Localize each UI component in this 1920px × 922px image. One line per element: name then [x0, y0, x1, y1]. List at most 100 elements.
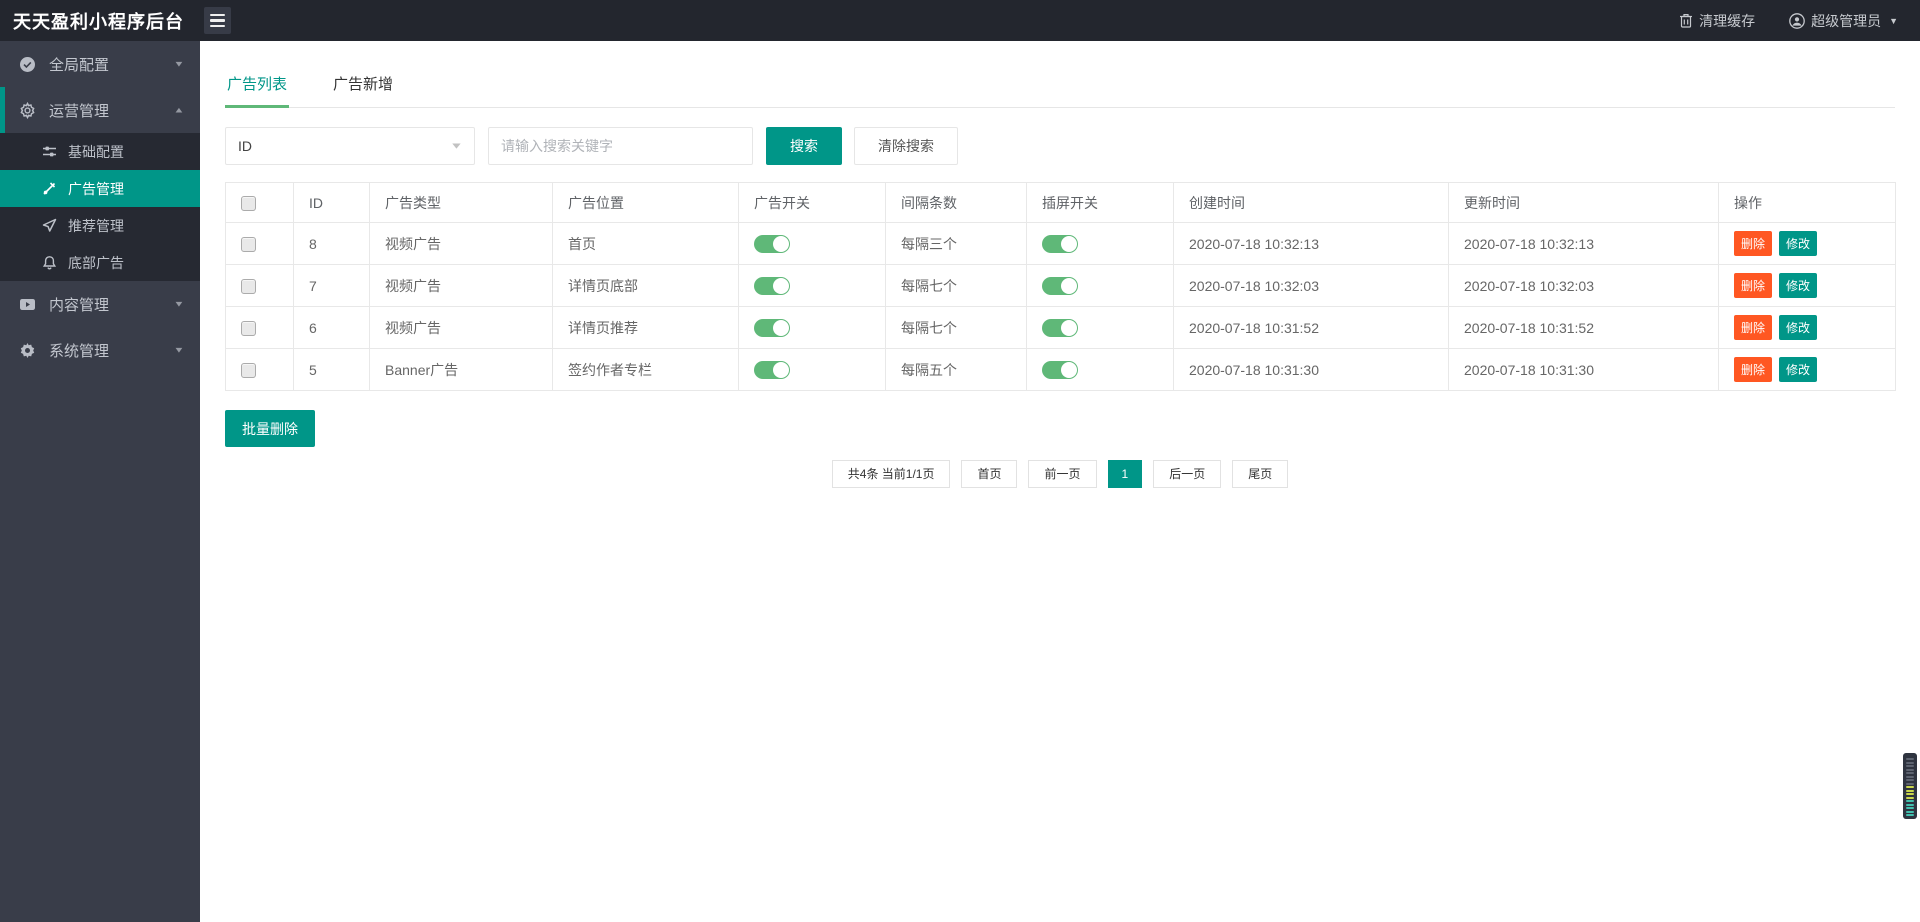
- cell-interval: 每隔七个: [885, 264, 1027, 307]
- row-checkbox[interactable]: [241, 362, 256, 378]
- user-menu[interactable]: 超级管理员 ▼: [1789, 11, 1898, 31]
- clear-cache-label: 清理缓存: [1699, 12, 1756, 29]
- chevron-down-icon: ▼: [173, 299, 185, 309]
- delete-button[interactable]: 删除: [1734, 273, 1773, 298]
- search-keyword-input[interactable]: [488, 127, 753, 165]
- chevron-down-icon: ▼: [173, 345, 185, 355]
- toggle-switch[interactable]: [754, 318, 790, 337]
- delete-button[interactable]: 删除: [1734, 231, 1773, 256]
- select-all-cell: [225, 182, 294, 223]
- table-row: 7 视频广告 详情页底部 每隔七个 2020-07-18 10:32:03 2020-07…: [225, 264, 1896, 307]
- edit-button[interactable]: 修改: [1779, 231, 1818, 256]
- sidebar-item-recommend-management[interactable]: 推荐管理: [0, 207, 200, 244]
- toggle-switch[interactable]: [754, 234, 790, 253]
- header-right: 清理缓存 超级管理员 ▼: [1679, 11, 1920, 31]
- pagination-page-1[interactable]: 1: [1107, 460, 1143, 488]
- search-button[interactable]: 搜索: [766, 127, 842, 165]
- sidebar-item-basic-config[interactable]: 基础配置: [0, 133, 200, 170]
- chevron-down-icon: ▼: [1889, 15, 1898, 26]
- pagination-summary: 共4条 当前1/1页: [831, 460, 951, 488]
- cell-interval: 每隔三个: [885, 222, 1027, 265]
- edit-button[interactable]: 修改: [1779, 357, 1818, 382]
- sidebar-item-bottom-ads[interactable]: 底部广告: [0, 244, 200, 281]
- row-select-cell: [225, 348, 294, 391]
- sidebar-item-global-config[interactable]: 全局配置 ▼: [0, 41, 200, 87]
- toggle-switch[interactable]: [754, 360, 790, 379]
- globe-icon: [19, 56, 36, 73]
- tab-ad-list[interactable]: 广告列表: [225, 60, 290, 108]
- toggle-switch[interactable]: [1042, 234, 1078, 253]
- gear-filled-icon: [19, 342, 36, 359]
- row-checkbox[interactable]: [241, 236, 256, 252]
- cell-updated: 2020-07-18 10:32:13: [1448, 222, 1719, 265]
- cell-updated: 2020-07-18 10:31:30: [1448, 348, 1719, 391]
- cell-operations: 删除 修改: [1718, 222, 1896, 265]
- pagination-next[interactable]: 后一页: [1153, 460, 1222, 488]
- scroll-extension-widget[interactable]: [1903, 753, 1917, 819]
- cell-id: 6: [293, 306, 370, 349]
- clear-cache-button[interactable]: 清理缓存: [1679, 11, 1755, 31]
- row-select-cell: [225, 306, 294, 349]
- sidebar-item-content-management[interactable]: 内容管理 ▼: [0, 281, 200, 327]
- sidebar-item-label: 基础配置: [68, 143, 124, 160]
- tab-ad-create[interactable]: 广告新增: [331, 60, 395, 107]
- cell-screen-switch: [1026, 306, 1174, 349]
- pagination: 共4条 当前1/1页 首页 前一页 1 后一页 尾页: [225, 460, 1895, 488]
- col-header-interval: 间隔条数: [885, 182, 1027, 223]
- send-icon: [42, 218, 57, 233]
- operations-submenu: 基础配置 广告管理 推荐管理 底部广告: [0, 133, 200, 281]
- toggle-switch[interactable]: [1042, 276, 1078, 295]
- pagination-last[interactable]: 尾页: [1232, 460, 1289, 488]
- user-name-label: 超级管理员: [1811, 12, 1882, 29]
- cell-position: 首页: [552, 222, 739, 265]
- row-select-cell: [225, 222, 294, 265]
- row-checkbox[interactable]: [241, 320, 256, 336]
- cell-updated: 2020-07-18 10:32:03: [1448, 264, 1719, 307]
- toggle-switch[interactable]: [1042, 318, 1078, 337]
- search-field-select[interactable]: ID ▼: [225, 127, 475, 165]
- delete-button[interactable]: 删除: [1734, 315, 1773, 340]
- cell-ad-switch: [738, 306, 886, 349]
- delete-button[interactable]: 删除: [1734, 357, 1773, 382]
- sliders-icon: [42, 144, 57, 159]
- promotion-icon: [42, 181, 57, 196]
- toggle-switch[interactable]: [754, 276, 790, 295]
- select-all-checkbox[interactable]: [241, 195, 256, 211]
- cell-ad-switch: [738, 348, 886, 391]
- row-select-cell: [225, 264, 294, 307]
- cell-operations: 删除 修改: [1718, 348, 1896, 391]
- video-icon: [19, 296, 36, 313]
- table-row: 5 Banner广告 签约作者专栏 每隔五个 2020-07-18 10:31:30 20…: [225, 348, 1896, 391]
- hamburger-menu-icon[interactable]: [204, 7, 231, 34]
- tab-bar: 广告列表 广告新增: [225, 60, 1895, 108]
- gear-outline-icon: [19, 101, 36, 119]
- table-row: 8 视频广告 首页 每隔三个 2020-07-18 10:32:13 2020-07-18…: [225, 222, 1896, 265]
- clear-search-button[interactable]: 清除搜索: [854, 127, 958, 165]
- pagination-first[interactable]: 首页: [961, 460, 1018, 488]
- pagination-prev[interactable]: 前一页: [1028, 460, 1097, 488]
- sidebar-item-label: 全局配置: [49, 56, 110, 74]
- col-header-operations: 操作: [1718, 182, 1896, 223]
- edit-button[interactable]: 修改: [1779, 273, 1818, 298]
- col-header-position: 广告位置: [552, 182, 739, 223]
- sidebar-item-label: 运营管理: [49, 102, 110, 120]
- cell-screen-switch: [1026, 348, 1174, 391]
- sidebar-item-ad-management[interactable]: 广告管理: [0, 170, 200, 207]
- cell-type: 视频广告: [369, 306, 553, 349]
- ads-table: ID 广告类型 广告位置 广告开关 间隔条数 插屏开关 创建时间 更新时间 操作…: [225, 182, 1896, 391]
- cell-type: 视频广告: [369, 222, 553, 265]
- sidebar-item-system-management[interactable]: 系统管理 ▼: [0, 327, 200, 373]
- batch-delete-button[interactable]: 批量删除: [225, 410, 315, 447]
- chevron-down-icon: ▼: [173, 59, 185, 69]
- toggle-switch[interactable]: [1042, 360, 1078, 379]
- sidebar-item-label: 底部广告: [68, 254, 124, 271]
- row-checkbox[interactable]: [241, 278, 256, 294]
- chevron-up-icon: ▲: [173, 105, 185, 115]
- cell-operations: 删除 修改: [1718, 264, 1896, 307]
- col-header-type: 广告类型: [369, 182, 553, 223]
- edit-button[interactable]: 修改: [1779, 315, 1818, 340]
- cell-interval: 每隔七个: [885, 306, 1027, 349]
- cell-screen-switch: [1026, 222, 1174, 265]
- sidebar-item-operations[interactable]: 运营管理 ▲: [0, 87, 200, 133]
- sidebar-item-label: 推荐管理: [68, 217, 124, 234]
